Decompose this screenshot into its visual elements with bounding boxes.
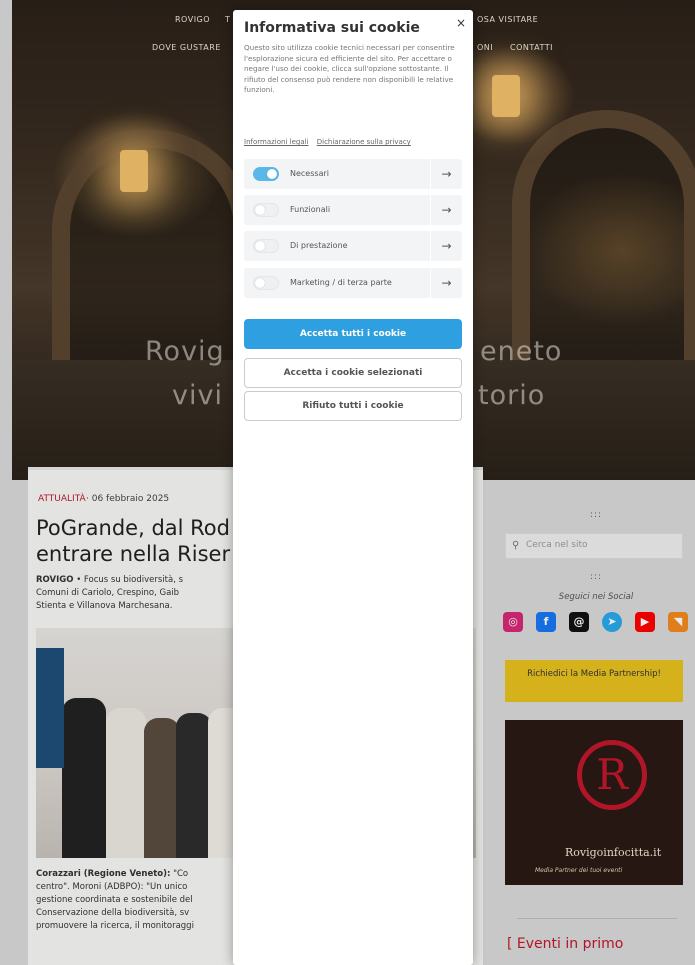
marketing-toggle[interactable] xyxy=(253,276,279,290)
prestazione-toggle[interactable] xyxy=(253,239,279,253)
reject-all-button[interactable]: Rifiuto tutti i cookie xyxy=(244,391,462,421)
arrow-right-icon[interactable]: → xyxy=(430,231,462,261)
funzionali-toggle[interactable] xyxy=(253,203,279,217)
legal-info-link[interactable]: Informazioni legali xyxy=(244,138,309,146)
category-label: Marketing / di terza parte xyxy=(290,278,392,287)
category-label: Necessari xyxy=(290,169,329,178)
toggle-knob xyxy=(267,169,277,179)
toggle-knob xyxy=(255,241,265,251)
cookie-category-marketing: Marketing / di terza parte → xyxy=(244,268,462,298)
arrow-right-icon[interactable]: → xyxy=(430,195,462,225)
privacy-statement-link[interactable]: Dichiarazione sulla privacy xyxy=(317,138,411,146)
arrow-right-icon[interactable]: → xyxy=(430,268,462,298)
toggle-knob xyxy=(255,278,265,288)
category-label: Di prestazione xyxy=(290,241,348,250)
cookie-title: Informativa sui cookie xyxy=(244,20,420,36)
cookie-description: Questo sito utilizza cookie tecnici nece… xyxy=(244,43,455,94)
cookie-category-prestazione: Di prestazione → xyxy=(244,231,462,261)
cookie-links: Informazioni legali Dichiarazione sulla … xyxy=(244,138,417,146)
toggle-knob xyxy=(255,205,265,215)
accept-selected-button[interactable]: Accetta i cookie selezionati xyxy=(244,358,462,388)
close-icon[interactable]: × xyxy=(456,16,466,30)
arrow-right-icon[interactable]: → xyxy=(430,159,462,189)
category-label: Funzionali xyxy=(290,205,331,214)
cookie-category-necessari: Necessari → xyxy=(244,159,462,189)
cookie-category-funzionali: Funzionali → xyxy=(244,195,462,225)
necessari-toggle[interactable] xyxy=(253,167,279,181)
cookie-consent-modal: Informativa sui cookie × Questo sito uti… xyxy=(233,10,473,965)
accept-all-button[interactable]: Accetta tutti i cookie xyxy=(244,319,462,349)
